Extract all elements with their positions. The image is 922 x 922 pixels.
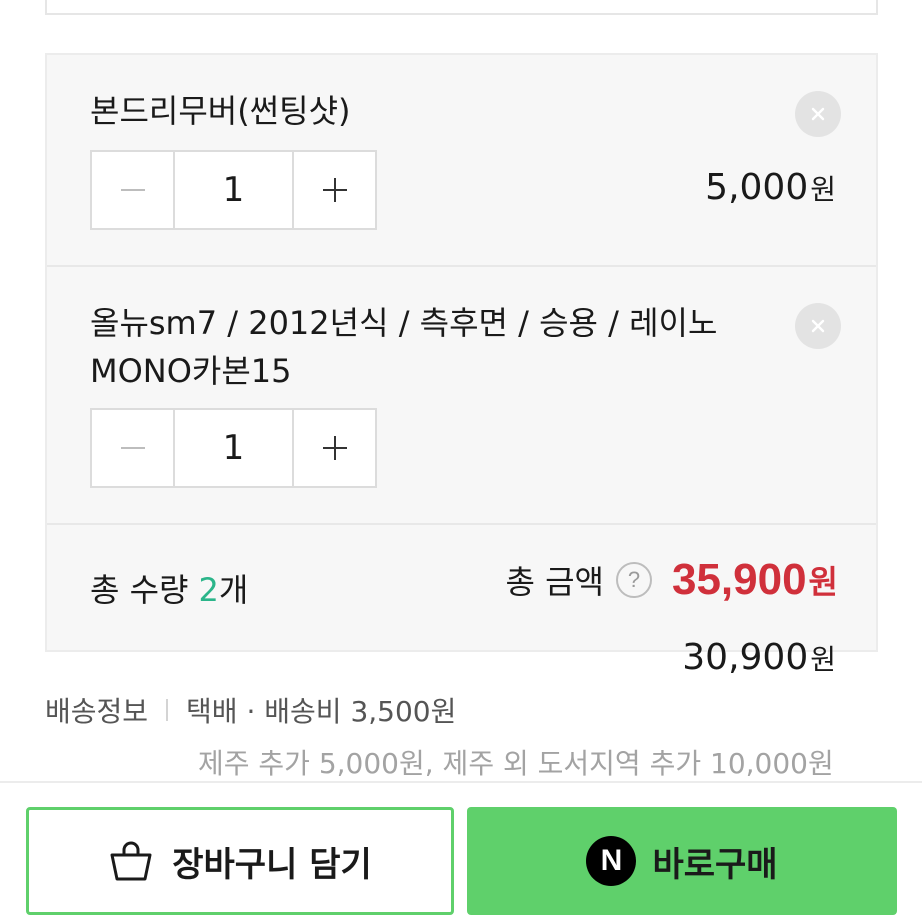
remove-option-button[interactable] [795, 91, 841, 137]
quantity-value[interactable]: 1 [175, 410, 292, 486]
divider [166, 699, 169, 721]
total-amount: 총 금액 ? 35,900 원 [505, 555, 838, 605]
increase-quantity-button[interactable] [292, 410, 375, 486]
shipping-row: 배송정보 택배 · 배송비 3,500원 [45, 690, 895, 730]
shipping-label: 배송정보 [45, 695, 149, 728]
remove-option-button[interactable] [795, 303, 841, 349]
product-order-panel: 본드리무버(썬팅샷) 1 5,000 원 올뉴sm7 / 2012년식 / 측후… [0, 0, 922, 922]
option-name: 본드리무버(썬팅샷) [90, 92, 351, 130]
total-quantity: 총 수량 2 개 [90, 565, 248, 611]
total-quantity-unit: 개 [218, 571, 249, 609]
minus-icon [120, 447, 145, 449]
total-quantity-label: 총 수량 [90, 571, 189, 609]
question-icon[interactable]: ? [615, 562, 652, 598]
plus-icon [322, 436, 347, 460]
buy-now-label: 바로구매 [652, 844, 778, 885]
close-icon [811, 319, 825, 333]
decrease-quantity-button[interactable] [92, 410, 175, 486]
total-amount-currency: 원 [808, 563, 838, 601]
shipping-info: 배송정보 택배 · 배송비 3,500원 제주 추가 5,000원, 제주 외 … [45, 690, 895, 782]
buy-now-button[interactable]: N 바로구매 [467, 807, 897, 915]
total-quantity-value: 2 [198, 571, 219, 609]
option-name: 올뉴sm7 / 2012년식 / 측후면 / 승용 / 레이노 MONO카본15 [90, 304, 718, 390]
shipping-value: 택배 · 배송비 3,500원 [186, 695, 457, 728]
option-item: 올뉴sm7 / 2012년식 / 측후면 / 승용 / 레이노 MONO카본15… [47, 267, 876, 678]
add-to-cart-button[interactable]: 장바구니 담기 [26, 807, 454, 915]
naver-pay-icon: N [586, 836, 637, 886]
total-amount-label: 총 금액 [505, 563, 604, 601]
option-item: 본드리무버(썬팅샷) 1 5,000 원 [47, 55, 876, 267]
shopping-bag-icon [110, 841, 152, 881]
naver-pay-letter: N [600, 844, 623, 877]
total-amount-value: 35,900 [671, 555, 807, 604]
bottom-action-bar: 장바구니 담기 N 바로구매 [0, 781, 922, 922]
selected-options-box: 본드리무버(썬팅샷) 1 5,000 원 올뉴sm7 / 2012년식 / 측후… [45, 53, 878, 678]
decrease-quantity-button[interactable] [92, 152, 175, 228]
close-icon [811, 107, 825, 121]
plus-icon [322, 178, 347, 202]
add-to-cart-label: 장바구니 담기 [172, 844, 372, 885]
quantity-value[interactable]: 1 [175, 152, 292, 228]
quantity-stepper: 1 [90, 408, 377, 488]
option-price: 5,000 원 [705, 167, 836, 208]
minus-icon [120, 189, 145, 191]
previous-section-box [45, 0, 878, 15]
increase-quantity-button[interactable] [292, 152, 375, 228]
option-price-currency: 원 [810, 173, 836, 206]
option-price-value: 5,000 [705, 167, 809, 208]
order-totals: 총 수량 2 개 총 금액 ? 35,900 원 [47, 525, 876, 650]
quantity-stepper: 1 [90, 150, 377, 230]
shipping-extra-note: 제주 추가 5,000원, 제주 외 도서지역 추가 10,000원 [198, 747, 834, 780]
